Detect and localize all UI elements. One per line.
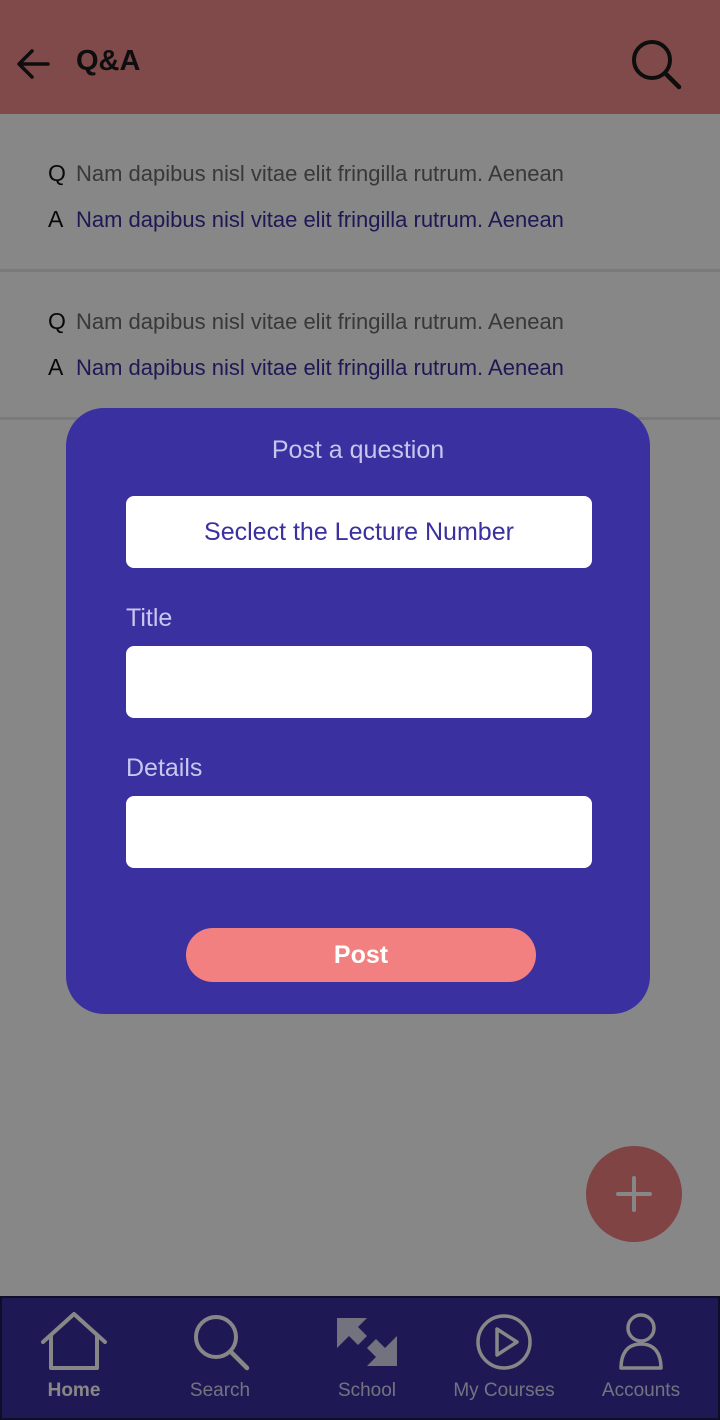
post-question-dialog: Post a question Seclect the Lecture Numb…	[66, 408, 650, 1014]
lecture-number-select[interactable]: Seclect the Lecture Number	[126, 496, 592, 568]
dialog-title: Post a question	[271, 436, 445, 464]
title-label: Title	[126, 604, 173, 632]
post-button[interactable]: Post	[186, 928, 536, 982]
details-input[interactable]	[126, 796, 592, 868]
details-label: Details	[126, 754, 203, 782]
app-screen: Q&A Q Nam dapibus nisl vitae elit fringil…	[0, 0, 720, 1420]
title-input[interactable]	[126, 646, 592, 718]
